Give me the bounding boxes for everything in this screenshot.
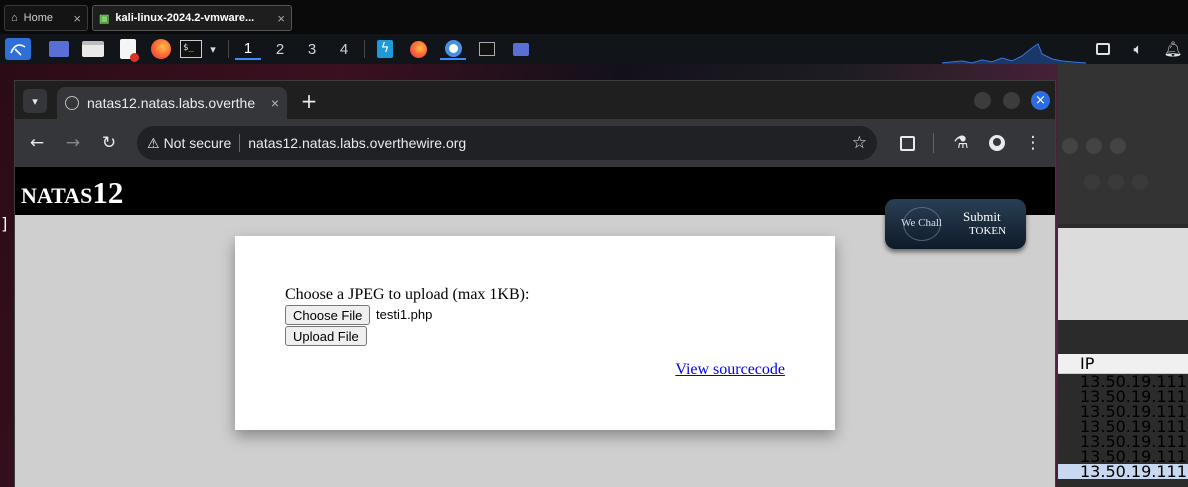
- close-icon[interactable]: ×: [73, 11, 81, 26]
- vm-tab-kali-label: kali-linux-2024.2-vmware...: [115, 12, 255, 24]
- chevron-down-icon[interactable]: ▾: [205, 38, 221, 60]
- page-title: NATAS12: [21, 175, 123, 211]
- terminal-fragment: ]: [0, 214, 10, 233]
- kali-panel: $_ ▾ 1 2 3 4 ϟ 🔈︎ 🔔︎: [0, 34, 1188, 64]
- security-label[interactable]: Not secure: [164, 135, 232, 151]
- upload-file-button[interactable]: Upload File: [285, 326, 367, 346]
- profile-icon[interactable]: [985, 131, 1009, 155]
- vm-tab-home-label: Home: [23, 12, 53, 24]
- extensions-icon[interactable]: [895, 131, 919, 155]
- firefox-icon[interactable]: [149, 38, 173, 60]
- firefox-task-icon[interactable]: [407, 38, 429, 60]
- background-window-top: [1058, 64, 1188, 224]
- workspace-3[interactable]: 3: [299, 38, 325, 60]
- menu-kebab-icon[interactable]: ⋮: [1021, 131, 1045, 155]
- wechall-logo: We Chall: [901, 217, 942, 229]
- vm-tab-kali[interactable]: ▣ kali-linux-2024.2-vmware... ×: [92, 5, 292, 31]
- background-window: IP 13.50.19.111 13.50.19.111 13.50.19.11…: [1058, 64, 1188, 487]
- tab-search-icon[interactable]: ▾: [23, 89, 47, 113]
- network-graph: [942, 43, 1086, 64]
- notification-bell-icon[interactable]: 🔔︎: [1163, 38, 1183, 60]
- desktop-icon[interactable]: [47, 38, 71, 60]
- chrome-task-icon[interactable]: [440, 38, 466, 60]
- page-viewport: NATAS12 Choose a JPEG to upload (max 1KB…: [15, 167, 1055, 487]
- choose-file-button[interactable]: Choose File: [285, 305, 371, 325]
- burp-icon[interactable]: ϟ: [374, 38, 396, 60]
- url-text[interactable]: natas12.natas.labs.overthewire.org: [248, 135, 466, 151]
- terminal-task-icon[interactable]: [476, 38, 498, 60]
- workspace-task-icon[interactable]: [510, 38, 532, 60]
- new-tab-icon[interactable]: +: [297, 89, 321, 113]
- panel-separator: [228, 40, 229, 58]
- browser-toolbar: ← → ↻ ⚠ Not secure natas12.natas.labs.ov…: [15, 119, 1055, 167]
- back-icon[interactable]: ←: [25, 131, 49, 155]
- submit-token-button[interactable]: We Chall Submit TOKEN: [885, 199, 1026, 249]
- view-sourcecode-link[interactable]: View sourcecode: [675, 361, 785, 379]
- tab-natas12[interactable]: natas12.natas.labs.overthe ×: [57, 87, 287, 119]
- display-icon[interactable]: [1094, 38, 1112, 60]
- volume-icon[interactable]: 🔈︎: [1128, 38, 1148, 60]
- reload-icon[interactable]: ↻: [97, 131, 121, 155]
- ip-column-header-label: IP: [1080, 354, 1095, 373]
- table-row-selected: 13.50.19.111: [1058, 464, 1188, 480]
- token-label: TOKEN: [969, 225, 1007, 237]
- upload-label: Choose a JPEG to upload (max 1KB):: [285, 286, 530, 303]
- warning-icon: ⚠: [147, 134, 160, 151]
- home-icon: ⌂: [11, 12, 18, 24]
- vm-tab-bar: ⌂ Home × ▣ kali-linux-2024.2-vmware... ×: [0, 0, 1188, 34]
- terminal-icon[interactable]: $_: [179, 38, 203, 60]
- desktop-screen: ⌂ Home × ▣ kali-linux-2024.2-vmware... ×…: [0, 0, 1188, 487]
- page-title-prefix: NATAS: [21, 183, 93, 208]
- chosen-file-name: testi1.php: [376, 307, 433, 322]
- tab-title: natas12.natas.labs.overthe: [87, 95, 256, 111]
- panel-separator: [364, 40, 365, 58]
- globe-icon: [65, 96, 79, 110]
- labs-icon[interactable]: ⚗: [949, 131, 973, 155]
- toolbar-separator: [933, 133, 934, 153]
- kali-menu-icon[interactable]: [5, 38, 31, 60]
- ip-column-header: IP: [1058, 354, 1188, 374]
- tab-strip: ▾ natas12.natas.labs.overthe × + ×: [15, 81, 1055, 119]
- workspace-4[interactable]: 4: [331, 38, 357, 60]
- close-window-button[interactable]: ×: [1031, 91, 1050, 110]
- close-tab-icon[interactable]: ×: [271, 95, 279, 111]
- workspace-2[interactable]: 2: [267, 38, 293, 60]
- chrome-window: ▾ natas12.natas.labs.overthe × + × ← → ↻…: [14, 80, 1056, 487]
- page-title-number: 12: [92, 175, 124, 210]
- vm-tab-home[interactable]: ⌂ Home ×: [4, 5, 88, 31]
- bookmark-star-icon[interactable]: ☆: [852, 133, 867, 153]
- close-icon[interactable]: ×: [277, 11, 285, 26]
- text-editor-icon[interactable]: [116, 38, 140, 62]
- address-bar[interactable]: ⚠ Not secure natas12.natas.labs.overthew…: [137, 126, 877, 160]
- submit-label: Submit: [963, 209, 1001, 224]
- workspace-1[interactable]: 1: [235, 38, 261, 60]
- upload-panel: Choose a JPEG to upload (max 1KB): Choos…: [235, 236, 835, 430]
- maximize-button[interactable]: [1003, 92, 1020, 109]
- file-manager-icon[interactable]: [81, 38, 105, 60]
- forward-icon[interactable]: →: [61, 131, 85, 155]
- minimize-button[interactable]: [974, 92, 991, 109]
- vm-icon: ▣: [99, 12, 110, 25]
- omnibox-separator: [239, 134, 241, 152]
- background-window-toolbar: [1058, 228, 1188, 320]
